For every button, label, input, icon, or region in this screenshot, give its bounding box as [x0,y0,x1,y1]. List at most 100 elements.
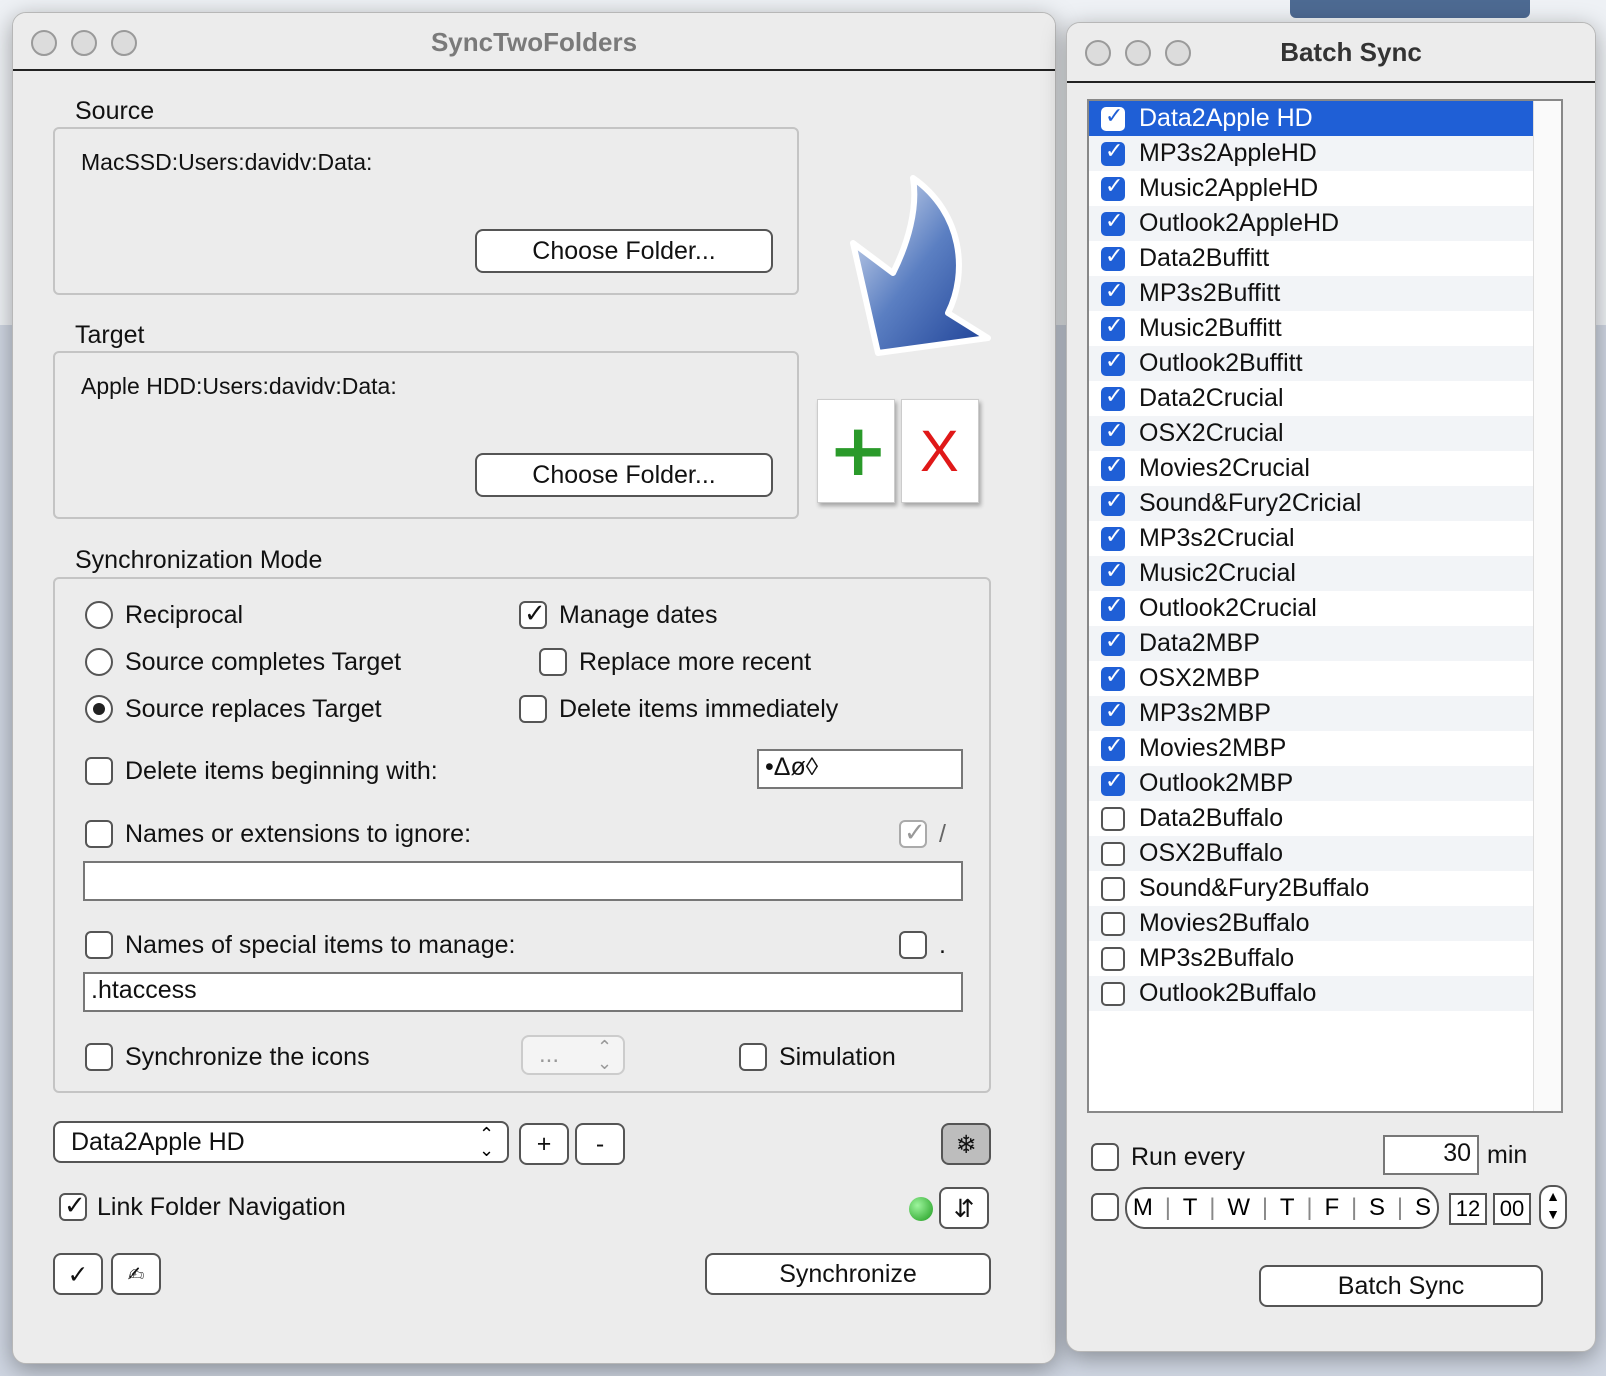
batch-item-checkbox[interactable] [1101,734,1125,761]
batch-list-item[interactable]: MP3s2AppleHD [1089,136,1535,171]
batch-list-item[interactable]: Outlook2Buffitt [1089,346,1535,381]
synchronize-button[interactable]: Synchronize [705,1253,991,1295]
batch-list-item[interactable]: MP3s2Buffalo [1089,941,1535,976]
batch-item-checkbox[interactable] [1101,384,1125,411]
batch-list-item[interactable]: Outlook2Buffalo [1089,976,1535,1011]
batch-item-checkbox[interactable] [1101,349,1125,376]
delete-files-icon[interactable]: X [901,399,979,503]
interval-field[interactable]: 30 [1383,1135,1479,1175]
check-button[interactable]: ✓ [53,1253,103,1295]
stepper-up-icon[interactable]: ▲ [1546,1188,1560,1204]
manage-dates-checkbox[interactable] [519,599,547,629]
batch-list-item[interactable]: Movies2Crucial [1089,451,1535,486]
list-scrollbar[interactable] [1533,101,1561,1111]
schedule-checkbox[interactable] [1091,1193,1119,1221]
batch-item-checkbox[interactable] [1101,981,1125,1006]
ignore-names-field[interactable] [83,861,963,901]
batch-list-item[interactable]: Data2Buffitt [1089,241,1535,276]
batch-item-checkbox[interactable] [1101,489,1125,516]
special-dot-checkbox[interactable] [899,931,927,959]
delete-immediately-checkbox[interactable] [519,695,547,723]
batch-list-item[interactable]: Music2AppleHD [1089,171,1535,206]
batch-item-checkbox[interactable] [1101,841,1125,866]
batch-item-checkbox[interactable] [1101,806,1125,831]
day-sunday[interactable]: S [1415,1194,1431,1222]
batch-item-checkbox[interactable] [1101,209,1125,236]
batch-item-checkbox[interactable] [1101,454,1125,481]
batch-list-item[interactable]: MP3s2MBP [1089,696,1535,731]
batch-item-checkbox[interactable] [1101,769,1125,796]
minute-field[interactable]: 00 [1493,1193,1531,1225]
icons-popup[interactable]: ... ⌃ ⌄ [521,1035,625,1075]
batch-item-checkbox[interactable] [1101,946,1125,971]
edit-button[interactable]: ✍ [111,1253,161,1295]
batch-item-checkbox[interactable] [1101,911,1125,936]
time-stepper[interactable]: ▲ ▼ [1539,1185,1567,1229]
target-choose-folder-button[interactable]: Choose Folder... [475,453,773,497]
batch-list-item[interactable]: Music2Crucial [1089,556,1535,591]
batch-item-checkbox[interactable] [1101,629,1125,656]
batch-list-item[interactable]: OSX2Buffalo [1089,836,1535,871]
day-thursday[interactable]: T [1280,1194,1295,1222]
batch-list-item[interactable]: OSX2Crucial [1089,416,1535,451]
batch-list-item[interactable]: Data2Crucial [1089,381,1535,416]
batch-item-checkbox[interactable] [1101,139,1125,166]
hour-field[interactable]: 12 [1449,1193,1487,1225]
batch-list-item[interactable]: Outlook2MBP [1089,766,1535,801]
source-completes-radio[interactable] [85,648,113,676]
batch-list-item[interactable]: MP3s2Crucial [1089,521,1535,556]
link-navigation-checkbox[interactable] [59,1191,87,1221]
batch-item-checkbox[interactable] [1101,594,1125,621]
add-files-icon[interactable]: + [817,399,895,503]
weekday-selector[interactable]: M | T | W | T | F | S | S [1125,1187,1439,1229]
batch-list-item[interactable]: Music2Buffitt [1089,311,1535,346]
special-items-field[interactable]: .htaccess [83,972,963,1012]
day-monday[interactable]: M [1133,1194,1153,1222]
delete-beginning-checkbox[interactable] [85,757,113,785]
settings-gear-button[interactable]: ❄ [941,1123,991,1165]
delete-prefix-field[interactable]: •Δø◊ [757,749,963,789]
batch-list-item[interactable]: Data2Buffalo [1089,801,1535,836]
swap-button[interactable]: ⇵ [939,1187,989,1229]
batch-item-checkbox[interactable] [1101,664,1125,691]
batch-item-checkbox[interactable] [1101,104,1125,131]
batch-item-checkbox[interactable] [1101,699,1125,726]
run-every-checkbox[interactable] [1091,1143,1119,1171]
preset-popup[interactable]: Data2Apple HD ⌃ ⌄ [53,1121,509,1163]
batch-list-item[interactable]: Data2MBP [1089,626,1535,661]
batch-list-item[interactable]: Outlook2Crucial [1089,591,1535,626]
reciprocal-radio[interactable] [85,601,113,629]
simulation-checkbox[interactable] [739,1043,767,1071]
sync-icons-checkbox[interactable] [85,1043,113,1071]
batch-sync-button[interactable]: Batch Sync [1259,1265,1543,1307]
day-friday[interactable]: F [1324,1194,1339,1222]
day-tuesday[interactable]: T [1183,1194,1198,1222]
add-preset-button[interactable]: + [519,1123,569,1165]
remove-preset-button[interactable]: - [575,1123,625,1165]
batch-item-checkbox[interactable] [1101,559,1125,586]
day-saturday[interactable]: S [1369,1194,1385,1222]
batch-list-item[interactable]: Movies2MBP [1089,731,1535,766]
batch-list-item[interactable]: Sound&Fury2Buffalo [1089,871,1535,906]
batch-item-checkbox[interactable] [1101,419,1125,446]
ignore-slash-checkbox[interactable] [899,818,927,848]
batch-list[interactable]: Data2Apple HD MP3s2AppleHD Music2AppleHD Ou… [1087,99,1563,1113]
day-wednesday[interactable]: W [1227,1194,1250,1222]
batch-item-checkbox[interactable] [1101,524,1125,551]
source-replaces-radio[interactable] [85,695,113,723]
batch-item-checkbox[interactable] [1101,244,1125,271]
replace-recent-checkbox[interactable] [539,648,567,676]
batch-list-item[interactable]: MP3s2Buffitt [1089,276,1535,311]
ignore-names-checkbox[interactable] [85,820,113,848]
batch-list-item[interactable]: Sound&Fury2Cricial [1089,486,1535,521]
batch-list-item[interactable]: Data2Apple HD [1089,101,1535,136]
batch-item-checkbox[interactable] [1101,876,1125,901]
stepper-down-icon[interactable]: ▼ [1546,1206,1560,1222]
source-choose-folder-button[interactable]: Choose Folder... [475,229,773,273]
batch-list-item[interactable]: Outlook2AppleHD [1089,206,1535,241]
batch-item-checkbox[interactable] [1101,279,1125,306]
batch-item-checkbox[interactable] [1101,314,1125,341]
batch-list-item[interactable]: Movies2Buffalo [1089,906,1535,941]
batch-list-item[interactable]: OSX2MBP [1089,661,1535,696]
batch-item-checkbox[interactable] [1101,174,1125,201]
